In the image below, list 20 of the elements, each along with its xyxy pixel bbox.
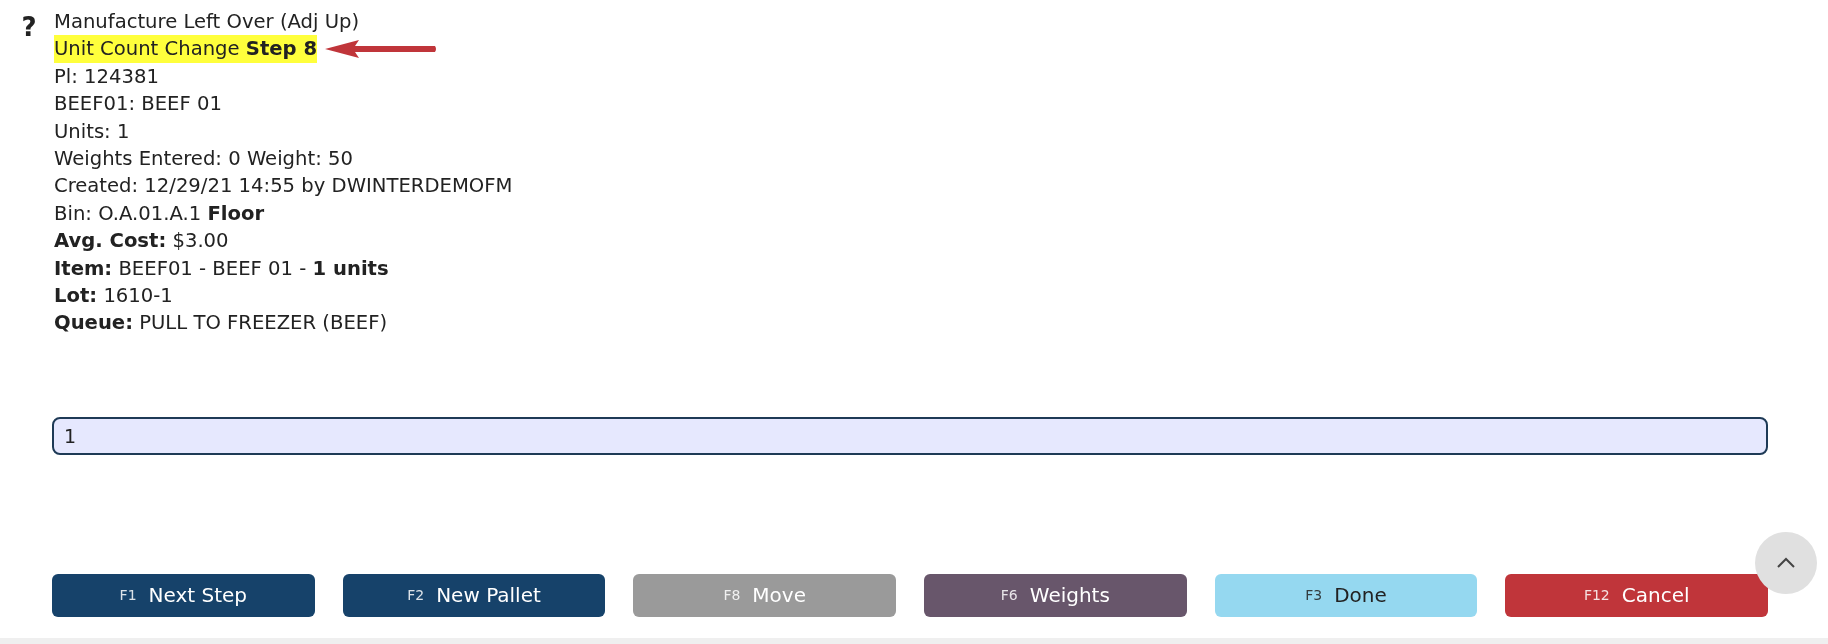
detail-line: BEEF01: BEEF 01 — [54, 91, 222, 118]
function-button[interactable]: F6 Weights — [924, 573, 1187, 617]
detail-line: Created: 12/29/21 14:55 by DWINTERDEMOFM — [54, 173, 513, 200]
help-icon[interactable]: ? — [16, 8, 42, 337]
function-button[interactable]: F3 Done — [1214, 573, 1478, 617]
detail-line: Queue: PULL TO FREEZER (BEEF) — [54, 310, 388, 337]
step-label: Unit Count Change Step 8 — [54, 35, 318, 63]
detail-line: Item: BEEF01 - BEEF 01 - 1 units — [54, 255, 389, 282]
function-button[interactable]: F12 Cancel — [1505, 573, 1769, 617]
detail-line: Bin: O.A.01.A.1 Floor — [54, 200, 265, 227]
function-button[interactable]: F1 Next Step — [52, 573, 315, 617]
detail-line: Lot: 1610-1 — [54, 283, 173, 310]
transaction-title: Manufacture Left Over (Adj Up) — [54, 9, 360, 35]
detail-line: Units: 1 — [54, 118, 130, 145]
chevron-up-icon — [1776, 557, 1796, 569]
input-field[interactable]: 1 — [52, 416, 1768, 455]
detail-line: Weights Entered: 0 Weight: 50 — [54, 146, 353, 173]
detail-line: Pl: 124381 — [54, 63, 159, 90]
detail-line: Avg. Cost: $3.00 — [54, 228, 229, 255]
function-button[interactable]: F2 New Pallet — [342, 573, 606, 617]
